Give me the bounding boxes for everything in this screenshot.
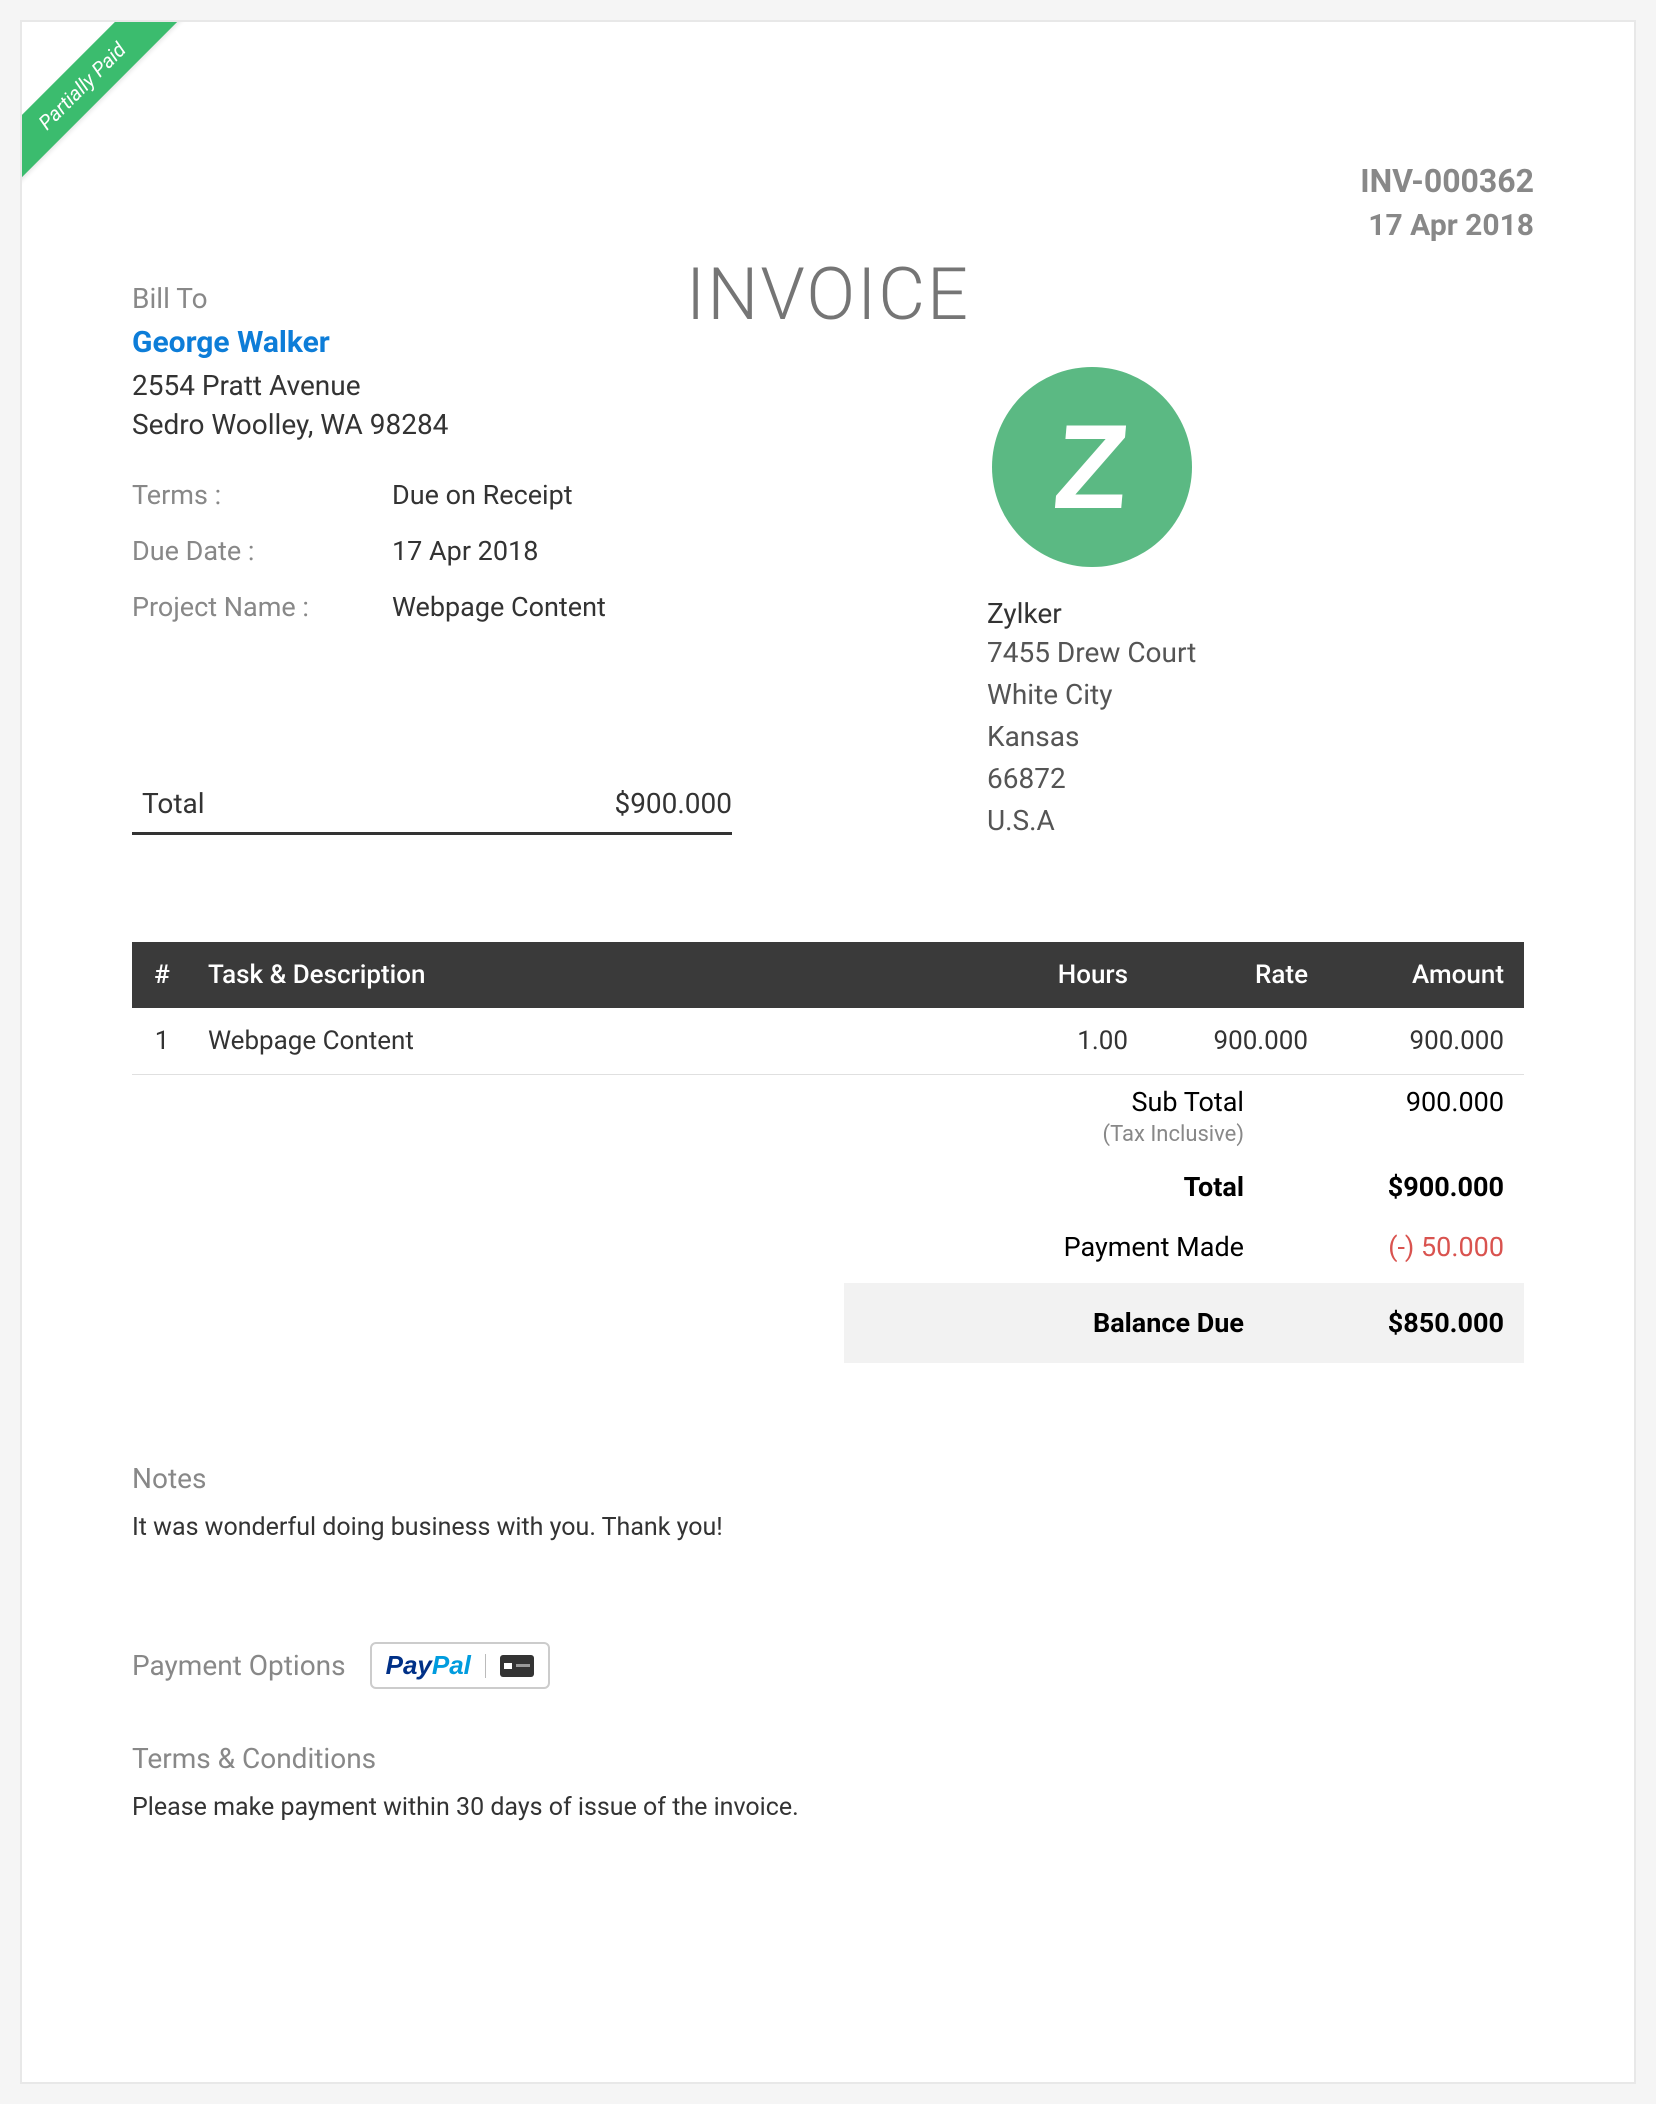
company-addr5: U.S.A (987, 800, 1196, 842)
cell-num: 1 (132, 1008, 192, 1075)
invoice-document: Partially Paid INV-000362 17 Apr 2018 Bi… (20, 20, 1636, 2084)
meta-row-terms: Terms : Due on Receipt (132, 467, 692, 523)
paypal-button[interactable]: PayPal (370, 1642, 550, 1689)
balance-value: $850.000 (1304, 1307, 1504, 1339)
terms-value: Due on Receipt (392, 479, 573, 511)
tax-note: (Tax Inclusive) (844, 1122, 1524, 1147)
company-logo: Z (992, 367, 1192, 567)
status-ribbon: Partially Paid (22, 22, 192, 192)
due-date-value: 17 Apr 2018 (392, 535, 538, 567)
notes-body: It was wonderful doing business with you… (132, 1513, 1524, 1542)
terms-heading: Terms & Conditions (132, 1742, 1524, 1775)
col-amount: Amount (1324, 942, 1524, 1008)
header-meta: INV-000362 17 Apr 2018 (1360, 162, 1534, 243)
payment-options-section: Payment Options PayPal (132, 1642, 550, 1689)
project-label: Project Name : (132, 591, 392, 623)
payment-row: Payment Made (-) 50.000 (844, 1217, 1524, 1277)
due-date-label: Due Date : (132, 535, 392, 567)
logo-letter: Z (1049, 398, 1134, 536)
project-value: Webpage Content (392, 591, 606, 623)
col-rate: Rate (1144, 942, 1324, 1008)
company-addr1: 7455 Drew Court (987, 632, 1196, 674)
totals-section: Sub Total 900.000 (Tax Inclusive) Total … (844, 1072, 1524, 1363)
meta-row-due-date: Due Date : 17 Apr 2018 (132, 523, 692, 579)
invoice-number: INV-000362 (1360, 162, 1534, 200)
document-title: INVOICE (686, 252, 970, 337)
balance-label: Balance Due (864, 1307, 1304, 1339)
summary-total-box: Total $900.000 (132, 787, 732, 835)
subtotal-value: 900.000 (1304, 1086, 1504, 1118)
terms-label: Terms : (132, 479, 392, 511)
status-badge: Partially Paid (22, 22, 182, 186)
customer-address-line2: Sedro Woolley, WA 98284 (132, 405, 632, 444)
balance-row: Balance Due $850.000 (844, 1283, 1524, 1363)
company-addr2: White City (987, 674, 1196, 716)
customer-name-link[interactable]: George Walker (132, 325, 632, 360)
notes-heading: Notes (132, 1462, 1524, 1495)
total-label: Total (864, 1171, 1304, 1203)
col-hours: Hours (964, 942, 1144, 1008)
payment-options-heading: Payment Options (132, 1649, 346, 1682)
customer-address-line1: 2554 Pratt Avenue (132, 366, 632, 405)
col-num: # (132, 942, 192, 1008)
payment-value: (-) 50.000 (1304, 1231, 1504, 1263)
col-desc: Task & Description (192, 942, 964, 1008)
summary-total-value: $900.000 (614, 787, 732, 820)
credit-card-icon (500, 1655, 534, 1677)
company-addr3: Kansas (987, 716, 1196, 758)
company-addr4: 66872 (987, 758, 1196, 800)
company-name: Zylker (987, 597, 1196, 630)
cell-amount: 900.000 (1324, 1008, 1524, 1075)
table-row: 1 Webpage Content 1.00 900.000 900.000 (132, 1008, 1524, 1075)
bill-to-label: Bill To (132, 282, 632, 315)
payment-label: Payment Made (864, 1231, 1304, 1263)
cell-rate: 900.000 (1144, 1008, 1324, 1075)
terms-body: Please make payment within 30 days of is… (132, 1793, 1524, 1822)
bill-to-block: Bill To George Walker 2554 Pratt Avenue … (132, 282, 632, 444)
table-header-row: # Task & Description Hours Rate Amount (132, 942, 1524, 1008)
company-block: Z Zylker 7455 Drew Court White City Kans… (987, 367, 1196, 842)
total-value: $900.000 (1304, 1171, 1504, 1203)
subtotal-label: Sub Total (864, 1086, 1304, 1118)
line-items-table: # Task & Description Hours Rate Amount 1… (132, 942, 1524, 1075)
paypal-icon: PayPal (386, 1650, 471, 1681)
meta-row-project: Project Name : Webpage Content (132, 579, 692, 635)
invoice-meta-table: Terms : Due on Receipt Due Date : 17 Apr… (132, 467, 692, 635)
invoice-date: 17 Apr 2018 (1360, 208, 1534, 243)
notes-section: Notes It was wonderful doing business wi… (132, 1462, 1524, 1542)
cell-hours: 1.00 (964, 1008, 1144, 1075)
summary-total-label: Total (132, 787, 205, 820)
divider (485, 1654, 486, 1678)
total-row: Total $900.000 (844, 1157, 1524, 1217)
terms-section: Terms & Conditions Please make payment w… (132, 1742, 1524, 1822)
cell-desc: Webpage Content (192, 1008, 964, 1075)
